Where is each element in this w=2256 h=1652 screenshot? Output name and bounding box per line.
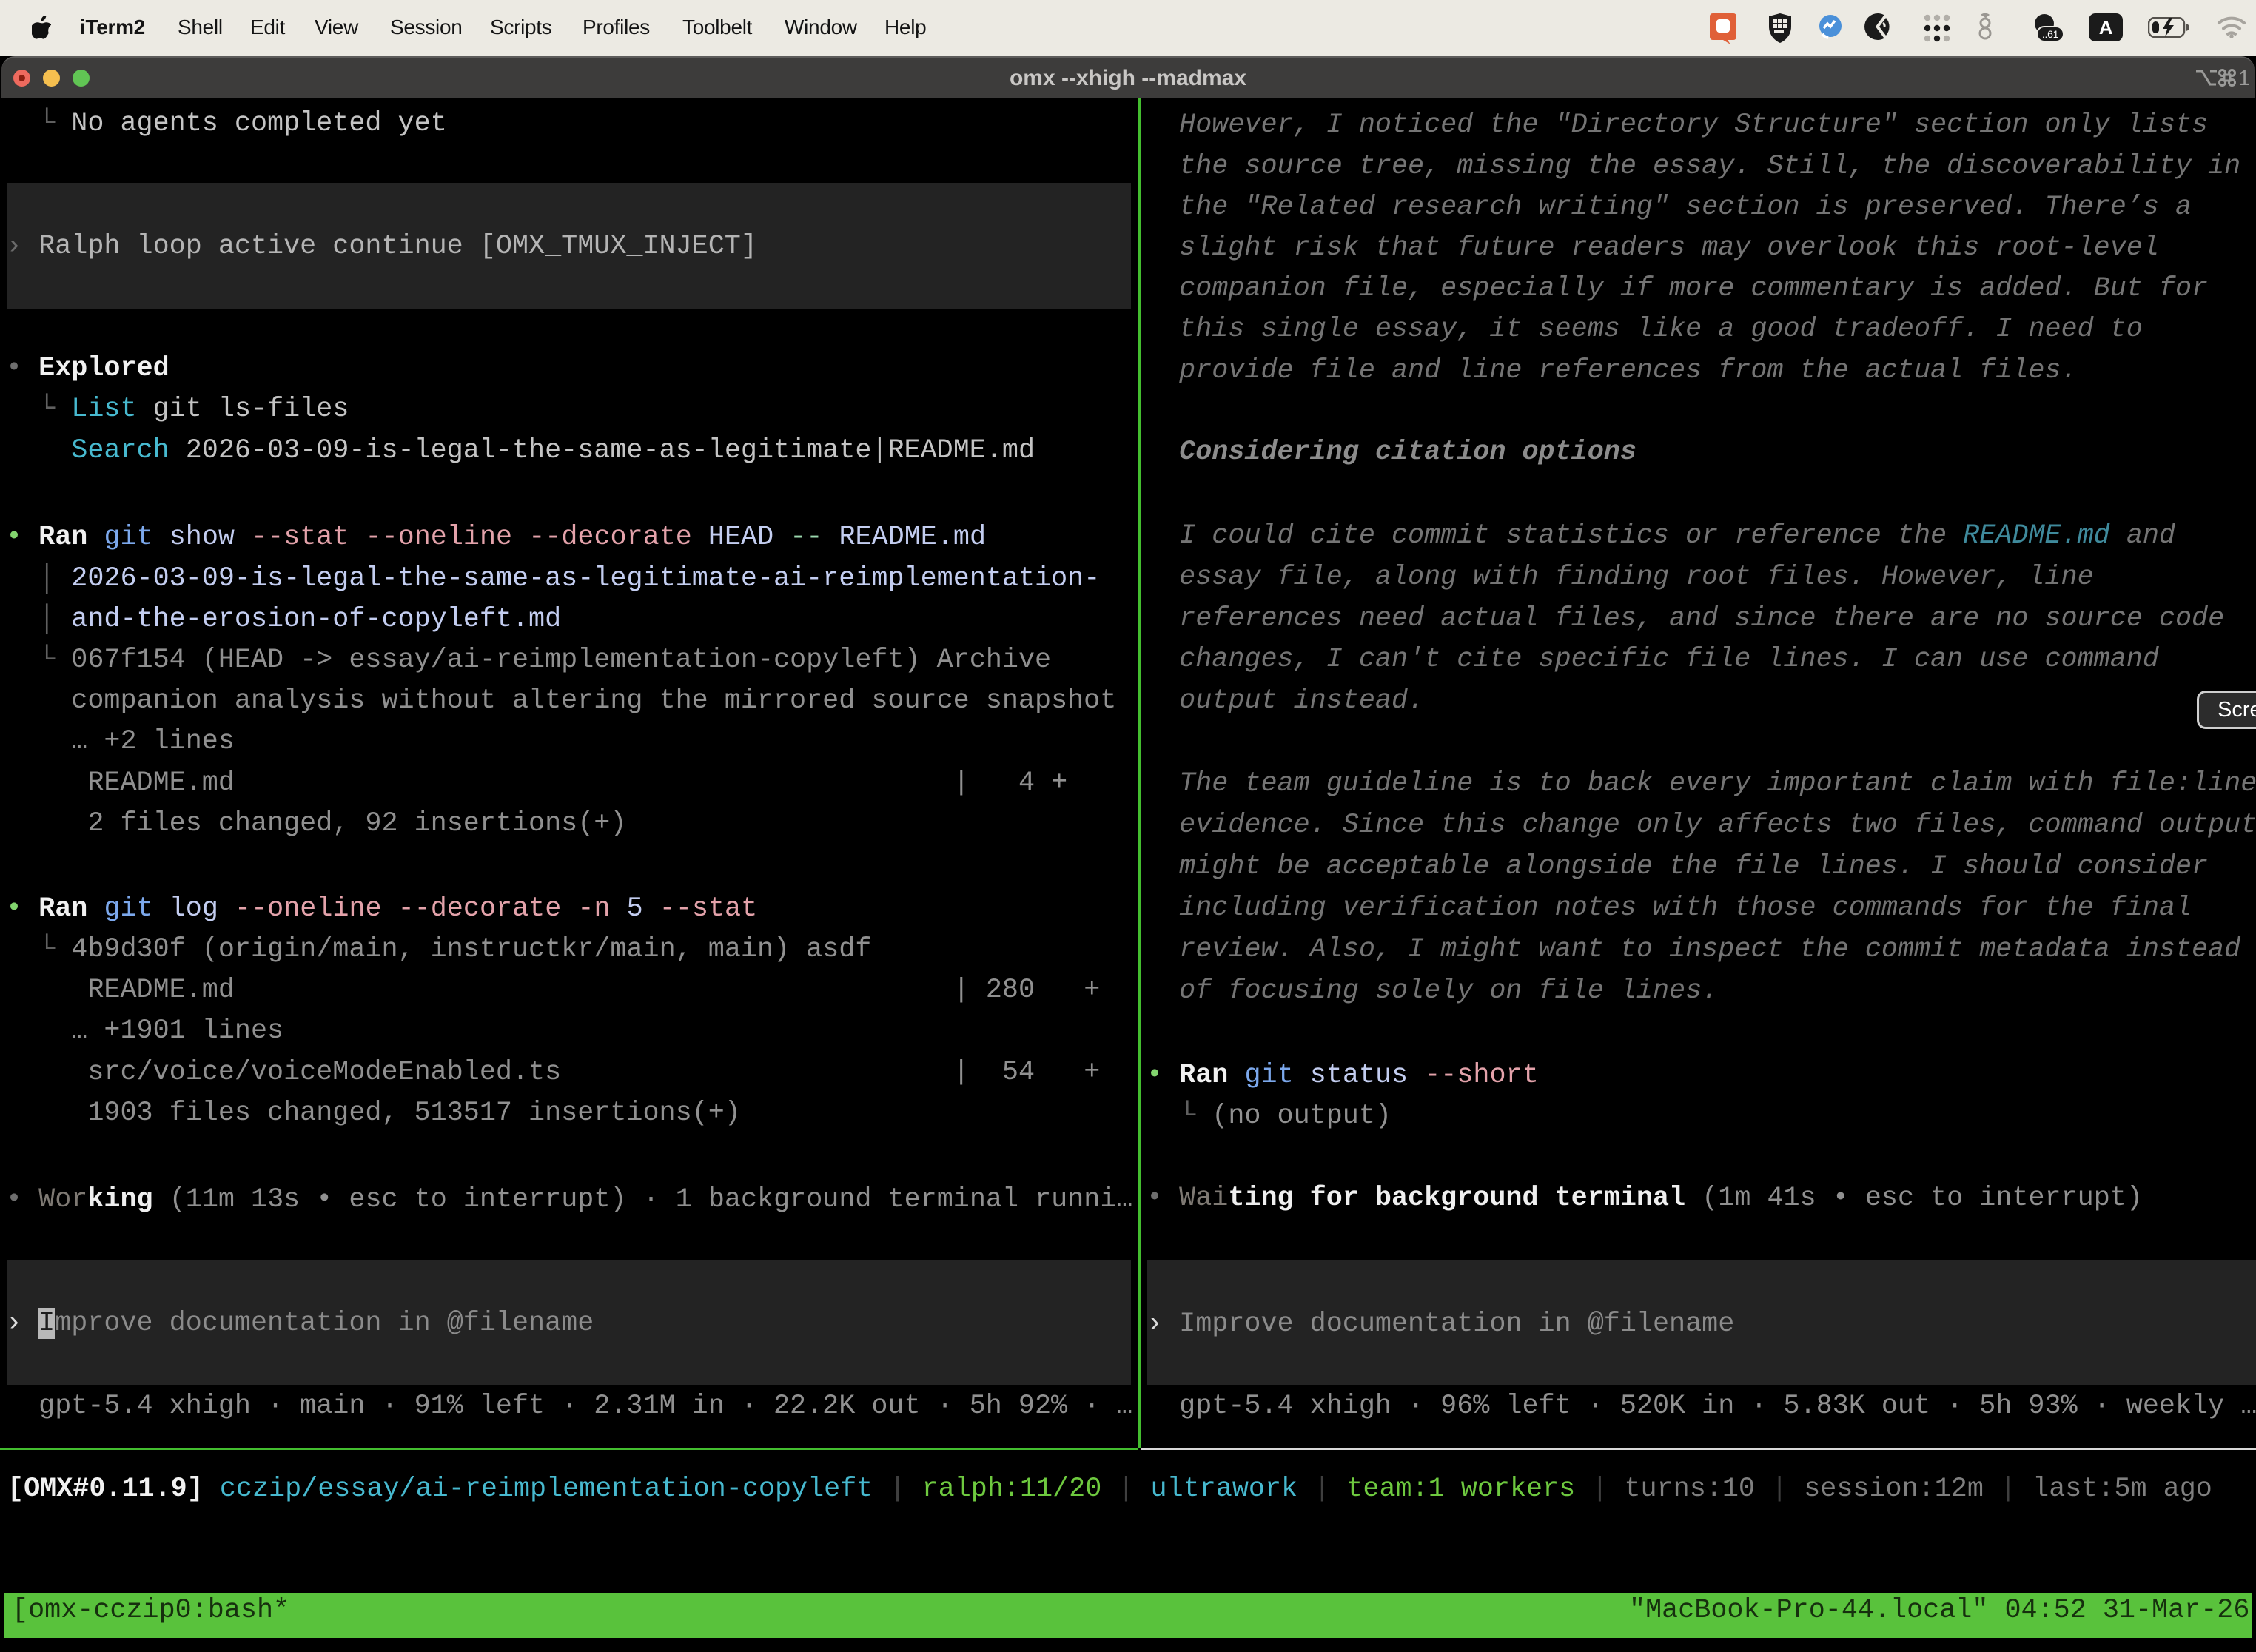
svg-text:..61: ..61 [2042,28,2059,40]
svg-text:1: 1 [2238,67,2250,90]
svg-text:A: A [2099,16,2113,38]
